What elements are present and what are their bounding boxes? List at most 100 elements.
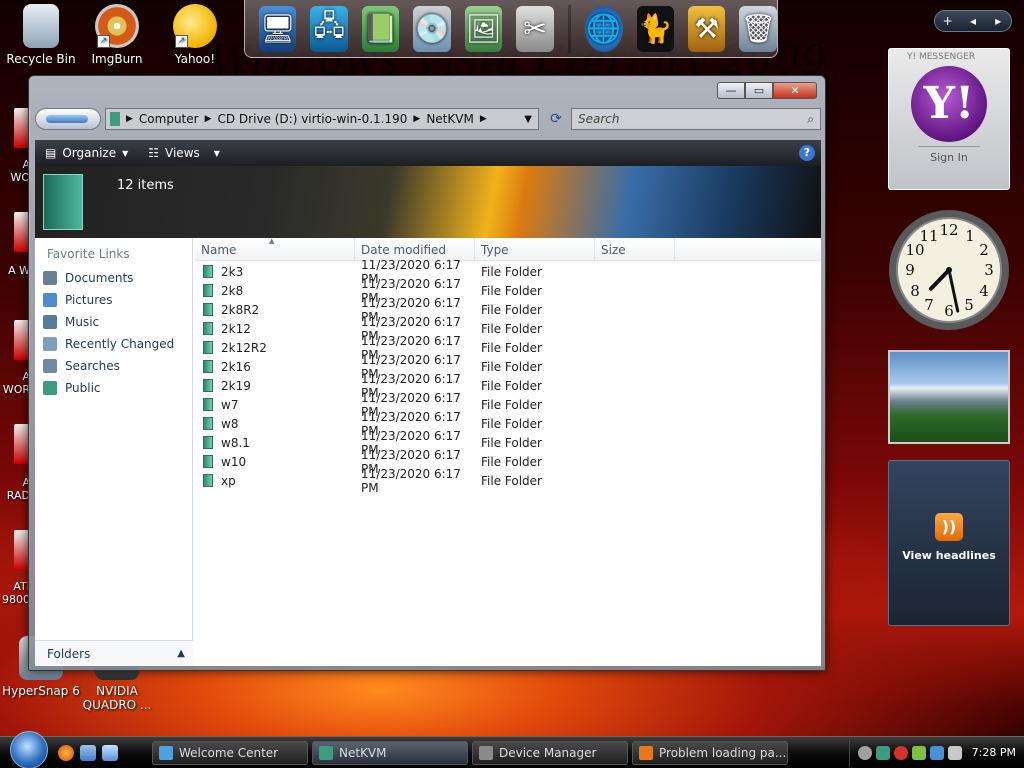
- search-icon[interactable]: ⌕: [807, 112, 814, 126]
- nav-link-icon: [43, 381, 57, 395]
- address-dropdown-icon[interactable]: ▼: [524, 114, 532, 125]
- close-button[interactable]: ✕: [773, 82, 817, 99]
- tray-icon[interactable]: [875, 745, 890, 760]
- file-name: 2k12R2: [221, 340, 267, 355]
- breadcrumb-separator-icon[interactable]: ▶: [413, 114, 420, 124]
- disc-icon: ↗: [95, 4, 139, 48]
- task-app-icon: [159, 745, 173, 760]
- breadcrumb-separator-icon[interactable]: ▶: [205, 114, 212, 124]
- shortcut-arrow-icon: ↗: [97, 35, 110, 48]
- folder-icon: [203, 455, 213, 468]
- task-app-icon: [639, 745, 653, 760]
- file-row[interactable]: 2k12 11/23/2020 6:17 PM File Folder: [195, 315, 821, 343]
- breadcrumb-separator-icon[interactable]: ▶: [126, 114, 133, 124]
- views-button[interactable]: ☷ Views ▼: [138, 146, 230, 160]
- file-type: File Folder: [481, 302, 542, 317]
- taskbar-button[interactable]: NetKVM: [312, 740, 468, 765]
- search-placeholder: Search: [578, 112, 620, 126]
- network-tray-icon[interactable]: [929, 745, 944, 760]
- clock-face: 12369 1245 781011: [889, 210, 1009, 330]
- nav-link-music[interactable]: Music: [35, 311, 192, 333]
- next-icon[interactable]: ▸: [986, 14, 1011, 28]
- organize-button[interactable]: ▤ Organize ▼: [35, 146, 138, 160]
- desktop-icon-yahoo-messenger[interactable]: ↗ Yahoo! Messenger: [154, 4, 236, 66]
- file-row[interactable]: w7 11/23/2020 6:17 PM File Folder: [195, 391, 821, 419]
- firefox-icon[interactable]: [58, 744, 74, 761]
- nav-link-searches[interactable]: Searches: [35, 355, 192, 377]
- taskbar-button[interactable]: Device Manager: [472, 740, 628, 765]
- tray-icon[interactable]: [911, 745, 926, 760]
- search-input[interactable]: Search ⌕: [571, 108, 821, 130]
- desktop-icon-recycle-bin[interactable]: Recycle Bin: [0, 4, 82, 66]
- file-name: w7: [221, 397, 239, 412]
- file-row[interactable]: 2k19 11/23/2020 6:17 PM File Folder: [195, 372, 821, 400]
- quick-launch-dock: 🖥 🖧 📗 💿 🖼 ✂ 🌐 🐈 ⚒ 🗑: [244, 0, 778, 58]
- hammer-icon[interactable]: ⚒: [688, 5, 726, 52]
- file-row[interactable]: xp 11/23/2020 6:17 PM File Folder: [195, 467, 821, 495]
- show-desktop-icon[interactable]: [80, 744, 96, 761]
- media-icon[interactable]: 💿: [413, 5, 451, 52]
- sign-in-button[interactable]: Sign In: [918, 146, 980, 164]
- file-row[interactable]: 2k12R2 11/23/2020 6:17 PM File Folder: [195, 334, 821, 362]
- taskbar-button[interactable]: Welcome Center: [152, 740, 308, 765]
- security-alert-icon[interactable]: [893, 745, 908, 760]
- file-name-cell: w8.1: [195, 436, 355, 450]
- minimize-button[interactable]: —: [717, 82, 745, 99]
- pictures-icon[interactable]: 🖼: [464, 5, 503, 52]
- breadcrumb-cd-drive[interactable]: CD Drive (D:) virtio-win-0.1.190: [218, 112, 408, 126]
- maximize-button[interactable]: ▭: [745, 82, 773, 99]
- nav-link-label: Music: [65, 315, 100, 329]
- organize-label: Organize: [62, 146, 117, 160]
- recycle-icon[interactable]: 🗑: [739, 5, 777, 52]
- views-label: Views: [165, 146, 200, 160]
- desktop-icon-imgburn[interactable]: ↗ ImgBurn: [76, 4, 158, 66]
- column-header-name[interactable]: ▲ Name: [195, 237, 355, 260]
- cat-icon[interactable]: 🐈: [636, 5, 675, 52]
- svg-text:5: 5: [964, 296, 974, 314]
- address-bar[interactable]: ▶ Computer ▶ CD Drive (D:) virtio-win-0.…: [105, 108, 539, 130]
- nav-link-pictures[interactable]: Pictures: [35, 289, 192, 311]
- nav-link-public[interactable]: Public: [35, 377, 192, 399]
- nav-link-recently-changed[interactable]: Recently Changed: [35, 333, 192, 355]
- breadcrumb-separator-icon[interactable]: ▶: [480, 114, 487, 124]
- network-icon[interactable]: 🖧: [310, 5, 348, 52]
- file-name: 2k8: [221, 283, 244, 298]
- recycle-bin-icon: [23, 4, 59, 48]
- documents-icon[interactable]: 📗: [361, 5, 400, 52]
- file-row[interactable]: 2k3 11/23/2020 6:17 PM File Folder: [195, 258, 821, 286]
- task-app-icon: [479, 745, 493, 760]
- taskbar-button[interactable]: Problem loading pa...: [632, 740, 788, 765]
- folders-toggle[interactable]: Folders ▲: [35, 640, 193, 666]
- tray-icon[interactable]: [857, 745, 872, 760]
- file-row[interactable]: 2k8R2 11/23/2020 6:17 PM File Folder: [195, 296, 821, 324]
- file-row[interactable]: 2k16 11/23/2020 6:17 PM File Folder: [195, 353, 821, 381]
- help-icon[interactable]: ?: [799, 145, 815, 161]
- file-row[interactable]: w8 11/23/2020 6:17 PM File Folder: [195, 410, 821, 438]
- start-button[interactable]: [10, 730, 48, 768]
- clock-time[interactable]: 7:28 PM: [972, 746, 1016, 760]
- prev-icon[interactable]: ◂: [960, 14, 985, 28]
- column-header-date[interactable]: Date modified: [355, 238, 475, 260]
- add-gadget-button[interactable]: +: [935, 14, 960, 28]
- column-header-size[interactable]: Size: [595, 238, 675, 260]
- switch-windows-icon[interactable]: [102, 744, 118, 761]
- volume-muted-icon[interactable]: [947, 745, 962, 760]
- organize-icon: ▤: [45, 146, 57, 160]
- file-name-cell: 2k3: [195, 265, 355, 279]
- command-toolbar: ▤ Organize ▼ ☷ Views ▼ ?: [35, 140, 821, 166]
- globe-icon[interactable]: 🌐: [585, 5, 623, 52]
- nav-link-documents[interactable]: Documents: [35, 267, 192, 289]
- refresh-icon[interactable]: ⟳: [545, 111, 567, 127]
- view-headlines-link[interactable]: View headlines: [889, 549, 1009, 562]
- column-header-type[interactable]: Type: [475, 238, 595, 260]
- file-name: 2k3: [221, 264, 244, 279]
- monitor-icon[interactable]: 🖥: [259, 5, 297, 52]
- file-row[interactable]: w10 11/23/2020 6:17 PM File Folder: [195, 448, 821, 476]
- tools-icon[interactable]: ✂: [516, 5, 554, 52]
- breadcrumb-computer[interactable]: Computer: [139, 112, 199, 126]
- file-row[interactable]: 2k8 11/23/2020 6:17 PM File Folder: [195, 277, 821, 305]
- file-row[interactable]: w8.1 11/23/2020 6:17 PM File Folder: [195, 429, 821, 457]
- slideshow-gadget[interactable]: [888, 350, 1010, 444]
- back-forward-buttons[interactable]: [35, 108, 101, 130]
- breadcrumb-netkvm[interactable]: NetKVM: [426, 112, 474, 126]
